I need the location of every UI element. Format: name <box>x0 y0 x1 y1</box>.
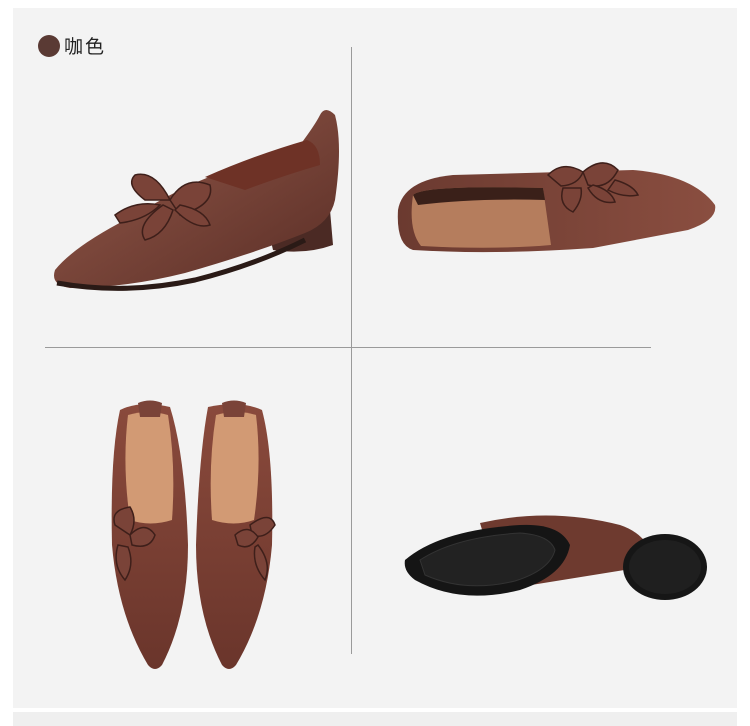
shoe-top-view-pair <box>111 400 276 669</box>
horizontal-divider <box>45 347 651 348</box>
color-option: 咖色 <box>38 32 106 59</box>
vertical-divider <box>351 47 352 654</box>
color-swatch <box>38 34 60 57</box>
shoe-angled-view <box>397 162 716 253</box>
shoe-side-view <box>54 110 339 291</box>
bottom-strip <box>13 712 737 726</box>
shoe-sole-view <box>404 515 707 600</box>
color-label: 咖色 <box>64 36 107 58</box>
